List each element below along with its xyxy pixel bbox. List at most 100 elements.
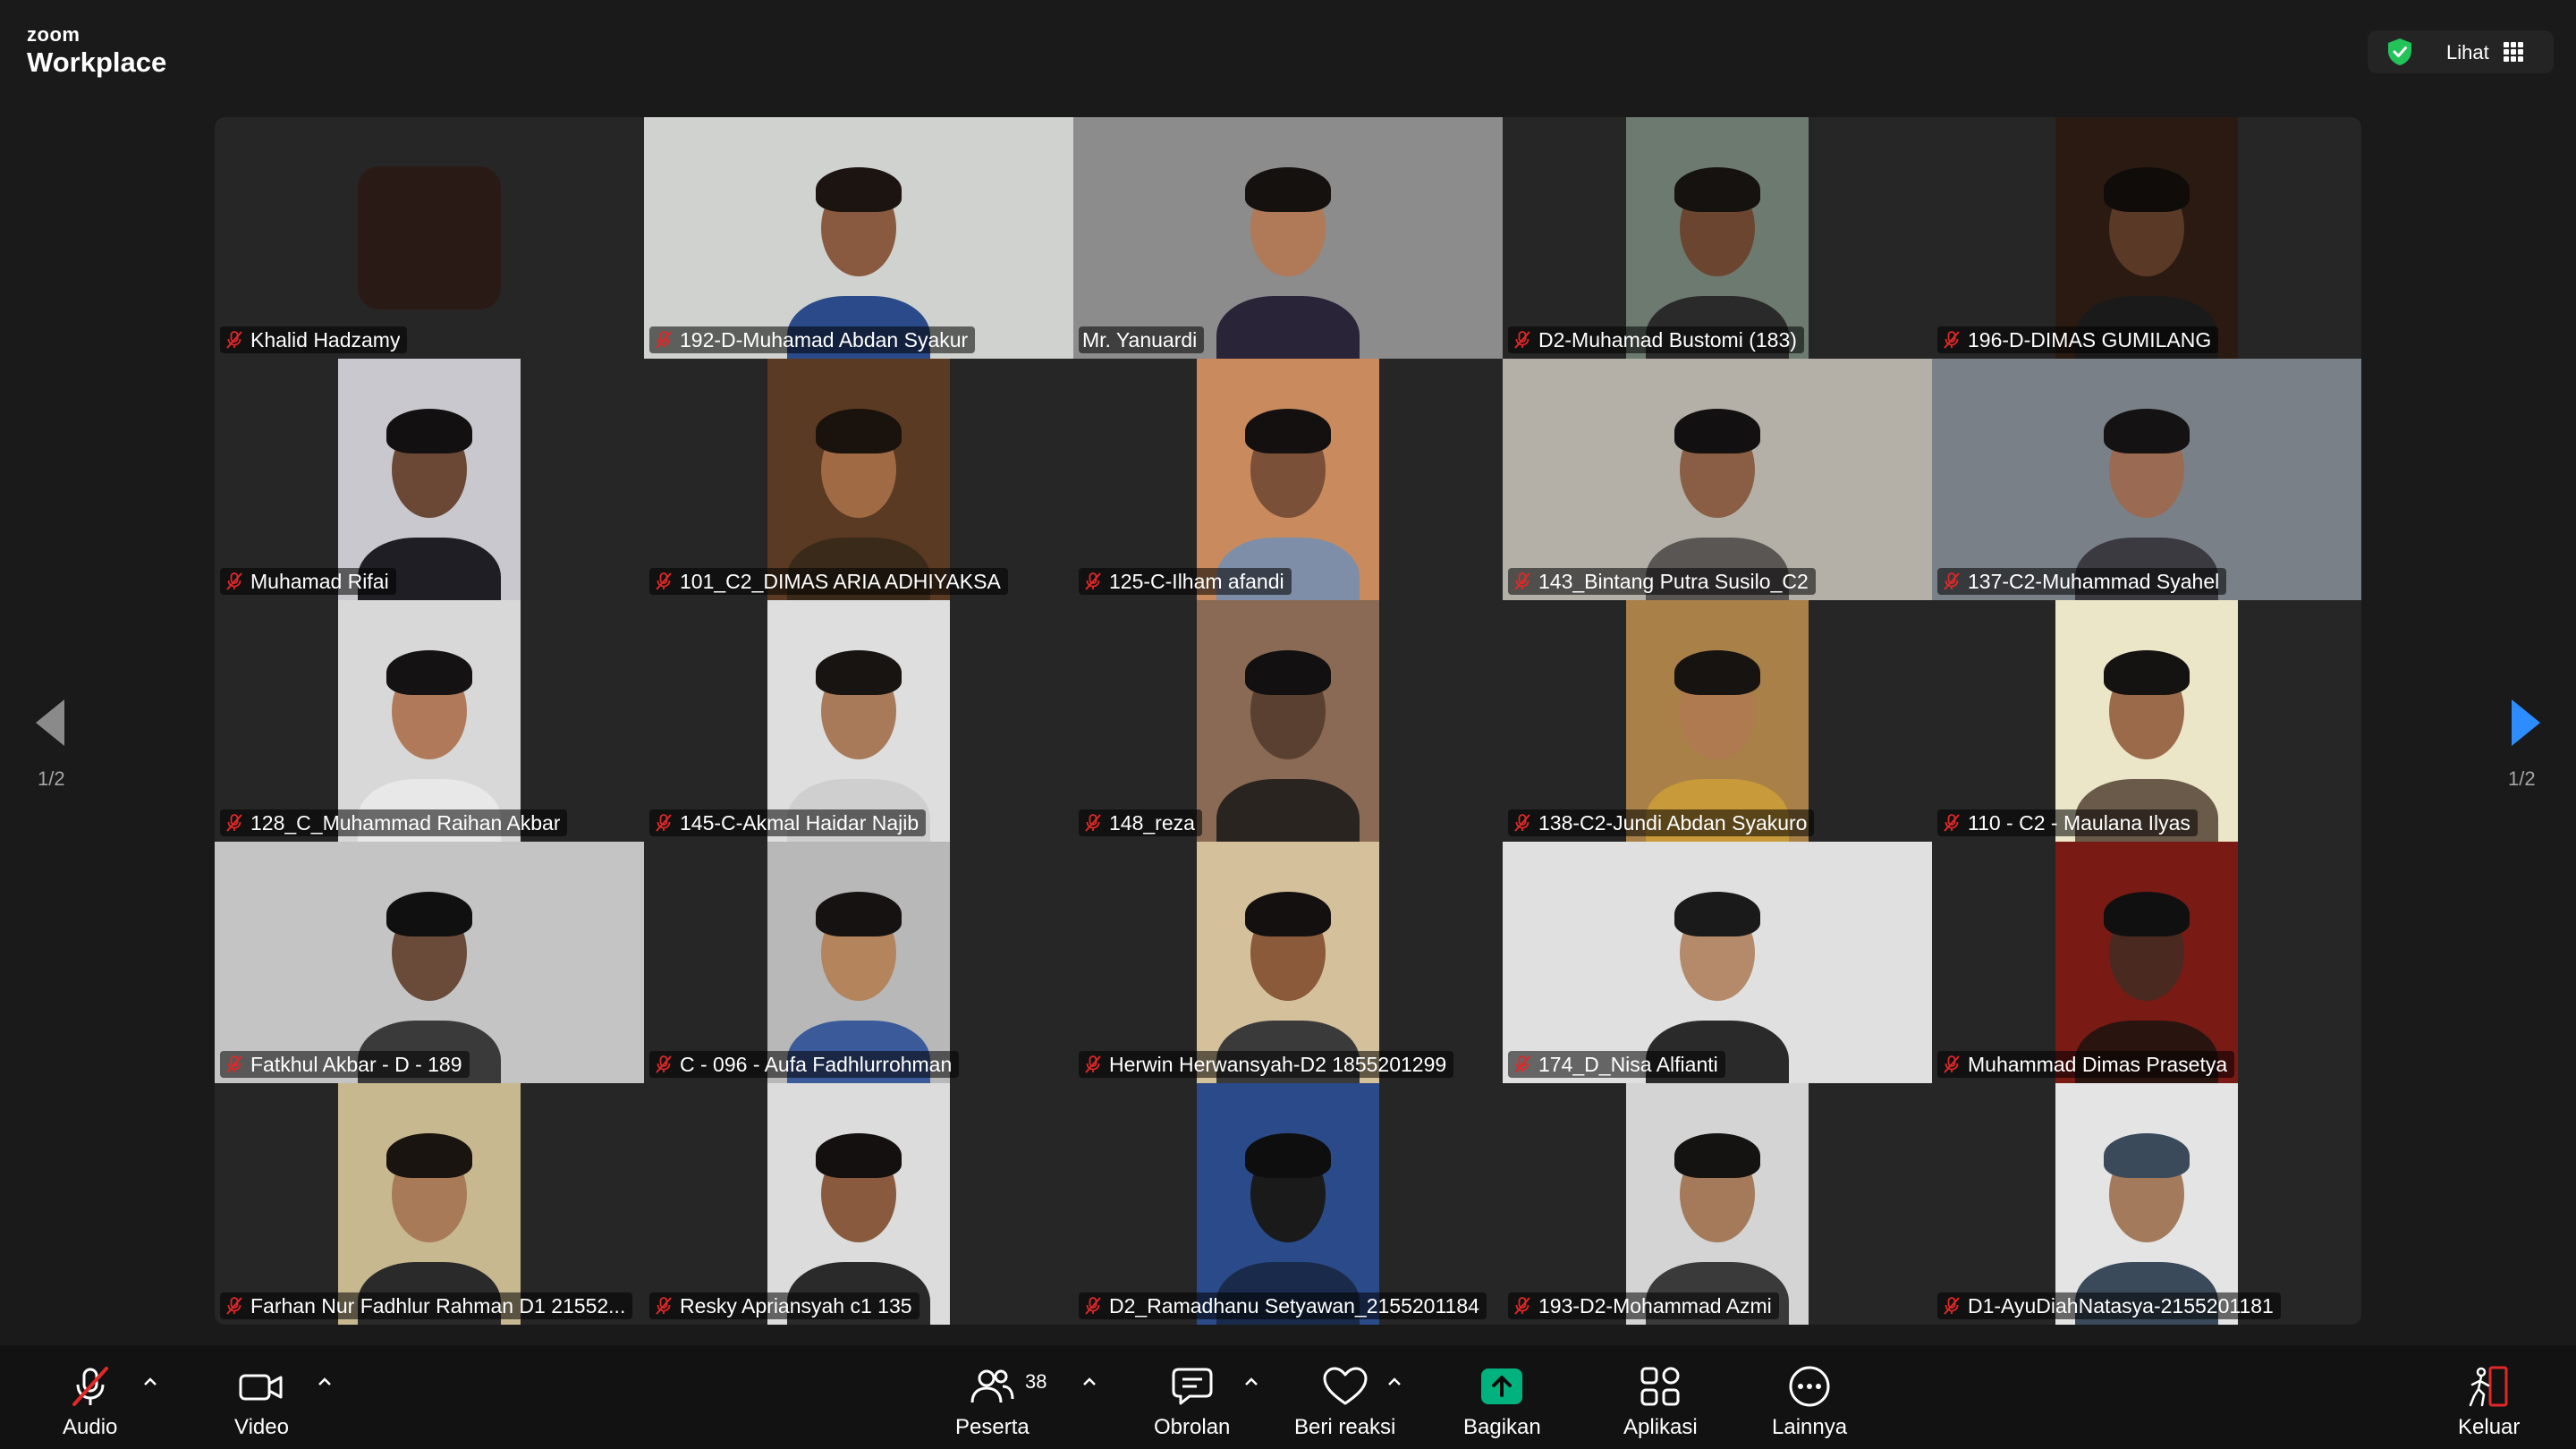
- participant-name: 110 - C2 - Maulana Ilyas: [1968, 810, 2190, 835]
- participant-tile[interactable]: 196-D-DIMAS GUMILANG: [1932, 117, 2361, 359]
- participant-name: D2_Ramadhanu Setyawan_2155201184: [1109, 1293, 1479, 1318]
- chat-label: Obrolan: [1154, 1415, 1231, 1439]
- participant-name: Fatkhul Akbar - D - 189: [250, 1052, 462, 1076]
- more-button[interactable]: Lainnya: [1772, 1361, 1847, 1442]
- participant-tile[interactable]: Muhammad Dimas Prasetya: [1932, 842, 2361, 1083]
- participant-tile[interactable]: Fatkhul Akbar - D - 189: [215, 842, 644, 1083]
- participant-name-tag: 174_D_Nisa Alfianti: [1508, 1051, 1725, 1078]
- mic-muted-icon: [1944, 1055, 1960, 1073]
- mic-muted-icon: [1085, 1297, 1101, 1315]
- participant-tile[interactable]: D2_Ramadhanu Setyawan_2155201184: [1073, 1083, 1503, 1325]
- meeting-toolbar: Audio Video Peserta 38 Obrolan Beri reak…: [0, 1345, 2576, 1449]
- participant-name-tag: Khalid Hadzamy: [220, 326, 408, 353]
- microphone-muted-icon: [65, 1361, 115, 1411]
- participants-button[interactable]: Peserta: [955, 1361, 1030, 1442]
- share-button[interactable]: Bagikan: [1463, 1361, 1541, 1442]
- apps-label: Aplikasi: [1623, 1415, 1698, 1439]
- participant-tile[interactable]: Farhan Nur Fadhlur Rahman D1 21552...: [215, 1083, 644, 1325]
- share-screen-icon: [1477, 1361, 1527, 1411]
- previous-page-arrow-icon[interactable]: [34, 698, 66, 748]
- mic-muted-icon: [1085, 814, 1101, 832]
- participant-name: D2-Muhamad Bustomi (183): [1538, 327, 1797, 352]
- participants-icon: [967, 1361, 1017, 1411]
- participant-name-tag: Resky Apriansyah c1 135: [649, 1292, 919, 1319]
- leave-button[interactable]: Keluar: [2458, 1361, 2520, 1442]
- participant-name-tag: 138-C2-Jundi Abdan Syakuro: [1508, 809, 1815, 836]
- video-options-caret-icon[interactable]: [315, 1372, 335, 1392]
- participant-name-tag: Fatkhul Akbar - D - 189: [220, 1051, 470, 1078]
- gallery-view: Khalid Hadzamy 192-D-Muhamad Abdan Syakur…: [215, 117, 2361, 1325]
- participant-tile[interactable]: Resky Apriansyah c1 135: [644, 1083, 1073, 1325]
- participant-video: [1626, 1083, 1809, 1325]
- next-page-arrow-icon[interactable]: [2510, 698, 2542, 748]
- video-camera-icon: [236, 1361, 286, 1411]
- react-button[interactable]: Beri reaksi: [1294, 1361, 1395, 1442]
- participant-tile[interactable]: Herwin Herwansyah-D2 1855201299: [1073, 842, 1503, 1083]
- mic-muted-icon: [1514, 331, 1530, 349]
- participant-name-tag: 145-C-Akmal Haidar Najib: [649, 809, 927, 836]
- participant-tile[interactable]: 148_reza: [1073, 600, 1503, 842]
- participant-video: [1503, 359, 1932, 600]
- page-indicator-left: 1/2: [38, 767, 65, 790]
- participant-name: 148_reza: [1109, 810, 1195, 835]
- participant-name-tag: D1-AyuDiahNatasya-2155201181: [1937, 1292, 2281, 1319]
- participant-tile[interactable]: Khalid Hadzamy: [215, 117, 644, 359]
- zoom-workplace-logo: zoom Workplace: [27, 25, 167, 78]
- participant-tile[interactable]: 125-C-Ilham afandi: [1073, 359, 1503, 600]
- participants-options-caret-icon[interactable]: [1080, 1372, 1099, 1392]
- audio-button[interactable]: Audio: [63, 1361, 117, 1442]
- participant-tile[interactable]: Mr. Yanuardi: [1073, 117, 1503, 359]
- video-button[interactable]: Video: [234, 1361, 289, 1442]
- participant-tile[interactable]: Muhamad Rifai: [215, 359, 644, 600]
- audio-label: Audio: [63, 1415, 118, 1439]
- participant-tile[interactable]: D2-Muhamad Bustomi (183): [1503, 117, 1932, 359]
- participants-label: Peserta: [955, 1415, 1030, 1439]
- participant-tile[interactable]: 145-C-Akmal Haidar Najib: [644, 600, 1073, 842]
- react-options-caret-icon[interactable]: [1385, 1372, 1404, 1392]
- participant-video: [2055, 842, 2238, 1083]
- more-dots-icon: [1784, 1361, 1835, 1411]
- leave-label: Keluar: [2458, 1415, 2521, 1439]
- mic-muted-icon: [1944, 572, 1960, 590]
- participant-name: 143_Bintang Putra Susilo_C2: [1538, 569, 1809, 593]
- chat-options-caret-icon[interactable]: [1241, 1372, 1261, 1392]
- security-shield-icon: [2388, 38, 2411, 65]
- participant-name: 145-C-Akmal Haidar Najib: [680, 810, 919, 835]
- participant-tile[interactable]: 193-D2-Mohammad Azmi: [1503, 1083, 1932, 1325]
- participant-name: 128_C_Muhammad Raihan Akbar: [250, 810, 561, 835]
- mic-muted-icon: [656, 572, 672, 590]
- view-button[interactable]: Lihat: [2368, 30, 2554, 73]
- participant-video: [2055, 117, 2238, 359]
- participant-name-tag: 137-C2-Muhammad Syahel: [1937, 568, 2227, 595]
- chat-button[interactable]: Obrolan: [1154, 1361, 1230, 1442]
- participant-tile[interactable]: 174_D_Nisa Alfianti: [1503, 842, 1932, 1083]
- participant-tile[interactable]: C - 096 - Aufa Fadhlurrohman: [644, 842, 1073, 1083]
- participant-tile[interactable]: 101_C2_DIMAS ARIA ADHIYAKSA: [644, 359, 1073, 600]
- participant-tile[interactable]: D1-AyuDiahNatasya-2155201181: [1932, 1083, 2361, 1325]
- more-label: Lainnya: [1772, 1415, 1848, 1439]
- participant-name-tag: Farhan Nur Fadhlur Rahman D1 21552...: [220, 1292, 633, 1319]
- mic-muted-icon: [226, 1055, 242, 1073]
- mic-muted-icon: [1514, 572, 1530, 590]
- logo-big: Workplace: [27, 47, 167, 78]
- audio-options-caret-icon[interactable]: [140, 1372, 160, 1392]
- mic-muted-icon: [226, 814, 242, 832]
- participant-video: [1197, 600, 1379, 842]
- heart-icon: [1320, 1361, 1370, 1411]
- participant-name-tag: 101_C2_DIMAS ARIA ADHIYAKSA: [649, 568, 1008, 595]
- participant-tile[interactable]: 192-D-Muhamad Abdan Syakur: [644, 117, 1073, 359]
- participant-tile[interactable]: 128_C_Muhammad Raihan Akbar: [215, 600, 644, 842]
- participant-tile[interactable]: 143_Bintang Putra Susilo_C2: [1503, 359, 1932, 600]
- participant-tile[interactable]: 137-C2-Muhammad Syahel: [1932, 359, 2361, 600]
- participant-name: 137-C2-Muhammad Syahel: [1968, 569, 2220, 593]
- view-label: Lihat: [2446, 41, 2489, 64]
- participant-video: [1197, 842, 1379, 1083]
- participant-tile[interactable]: 110 - C2 - Maulana Ilyas: [1932, 600, 2361, 842]
- participant-tile[interactable]: 138-C2-Jundi Abdan Syakuro: [1503, 600, 1932, 842]
- share-label: Bagikan: [1463, 1415, 1541, 1439]
- participant-video: [215, 842, 644, 1083]
- mic-muted-icon: [1944, 331, 1960, 349]
- participant-name: 101_C2_DIMAS ARIA ADHIYAKSA: [680, 569, 1001, 593]
- apps-button[interactable]: Aplikasi: [1623, 1361, 1698, 1442]
- participant-video: [1626, 117, 1809, 359]
